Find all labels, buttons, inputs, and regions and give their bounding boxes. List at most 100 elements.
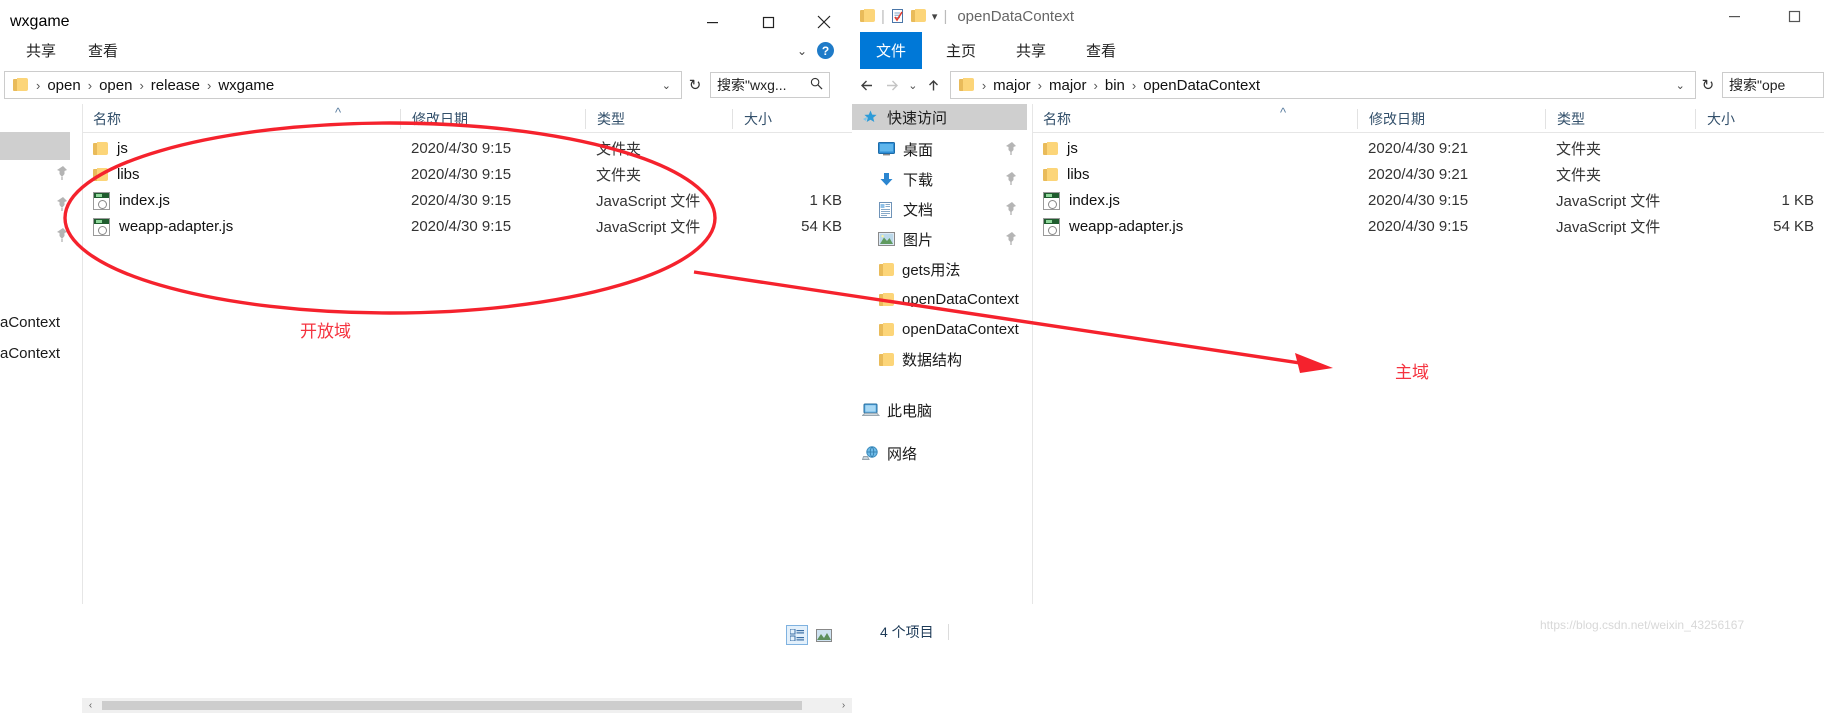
thumbnail-view-icon[interactable] [813,625,835,645]
search-icon[interactable] [810,77,823,93]
back-arrow-icon[interactable] [856,70,880,100]
js-file-icon [1043,217,1060,236]
tab-view[interactable]: 查看 [1070,32,1132,69]
tab-home[interactable]: 主页 [930,32,992,69]
right-search-box[interactable]: 搜索"ope [1721,72,1824,98]
new-folder-icon[interactable] [910,9,926,23]
column-name[interactable]: 名称 [1032,109,1357,129]
file-type: 文件夹 [596,141,642,158]
pin-icon[interactable] [1005,231,1017,249]
breadcrumb-open-2[interactable]: open [96,77,135,94]
table-row[interactable]: index.js 2020/4/30 9:15 JavaScript 文件 1 … [82,189,852,212]
file-size: 1 KB [809,192,842,209]
pin-icon[interactable] [1005,171,1017,189]
sidebar-item-opendatacontext-2[interactable]: openDataContext [852,318,1027,341]
tab-view[interactable]: 查看 [72,32,134,69]
folder-icon [958,78,974,92]
maximize-button[interactable] [1764,0,1824,32]
minimize-button[interactable] [1704,0,1764,32]
table-row[interactable]: js 2020/4/30 9:21 文件夹 [1032,137,1824,160]
refresh-button[interactable]: ↻ [1698,76,1718,94]
sidebar-item-desktop[interactable]: 桌面 [852,138,1027,161]
right-breadcrumb[interactable]: › major › major › bin › openDataContext … [949,71,1696,99]
folder-icon [879,262,894,277]
properties-icon[interactable] [891,8,905,24]
column-type[interactable]: 类型 [1545,109,1695,129]
scrollbar-thumb[interactable] [102,701,802,710]
left-window-sidebar-strip [0,132,70,160]
sidebar-item-documents[interactable]: 文档 [852,198,1027,221]
table-row[interactable]: weapp-adapter.js 2020/4/30 9:15 JavaScri… [82,215,852,238]
left-sidebar-clipped-label-1[interactable]: aContext [0,314,60,331]
sidebar-item-pictures[interactable]: 图片 [852,228,1027,251]
breadcrumb-separator: › [139,77,144,93]
sidebar-item-opendatacontext-1[interactable]: openDataContext [852,288,1027,311]
scroll-left-arrow-icon[interactable]: ‹ [82,698,99,713]
file-date: 2020/4/30 9:15 [411,166,512,183]
sidebar-item-data-structure[interactable]: 数据结构 [852,348,1027,371]
dropdown-arrow-icon[interactable]: ▾ [932,10,938,23]
right-search-input[interactable]: 搜索"ope [1729,75,1785,95]
forward-arrow-icon[interactable] [880,70,904,100]
column-name[interactable]: 名称 [82,109,400,129]
tab-file[interactable]: 文件 [860,32,923,69]
left-search-box[interactable]: 搜索"wxg... [710,72,830,98]
refresh-button[interactable]: ↻ [684,76,706,94]
pin-icon[interactable] [1005,201,1017,219]
column-type[interactable]: 类型 [585,109,732,129]
sidebar-item-gets-usage[interactable]: gets用法 [852,258,1027,281]
downloads-icon [878,172,895,188]
column-size[interactable]: 大小 [1695,109,1824,129]
file-type: JavaScript 文件 [1556,219,1661,236]
table-row[interactable]: weapp-adapter.js 2020/4/30 9:15 JavaScri… [1032,215,1824,238]
breadcrumb-dropdown-icon[interactable]: ⌄ [654,79,679,92]
sidebar-item-label: 文档 [903,202,934,219]
file-name: weapp-adapter.js [1069,218,1184,235]
tab-share[interactable]: 共享 [10,32,72,69]
details-view-icon[interactable] [786,625,808,645]
column-date[interactable]: 修改日期 [400,109,585,129]
sidebar-item-label: openDataContext [902,321,1019,338]
breadcrumb-major-2[interactable]: major [1046,77,1090,94]
breadcrumb-open-1[interactable]: open [44,77,83,94]
file-date: 2020/4/30 9:15 [1368,192,1469,209]
sidebar-item-network[interactable]: 网络 [852,442,1027,465]
sort-ascending-icon: ^ [1280,105,1287,120]
table-row[interactable]: js 2020/4/30 9:15 文件夹 [82,137,852,160]
file-date: 2020/4/30 9:15 [411,192,512,209]
sidebar-header-quick-access[interactable]: 快速访问 [852,104,1027,130]
right-window-title: openDataContext [957,7,1075,25]
sidebar-item-downloads[interactable]: 下载 [852,168,1027,191]
table-row[interactable]: libs 2020/4/30 9:15 文件夹 [82,163,852,186]
sidebar-item-this-pc[interactable]: 此电脑 [852,399,1027,422]
breadcrumb-release[interactable]: release [148,77,203,94]
recent-dropdown-icon[interactable]: ⌄ [904,70,922,100]
left-breadcrumb[interactable]: › open › open › release › wxgame ⌄ [4,71,682,99]
breadcrumb-major-1[interactable]: major [990,77,1034,94]
up-arrow-icon[interactable] [922,70,946,100]
table-row[interactable]: index.js 2020/4/30 9:15 JavaScript 文件 1 … [1032,189,1824,212]
left-window-ribbon: 共享 查看 ⌄ ? [0,32,852,69]
breadcrumb-separator: › [206,77,212,93]
file-date: 2020/4/30 9:15 [1368,218,1469,235]
tab-share[interactable]: 共享 [1000,32,1062,69]
table-row[interactable]: libs 2020/4/30 9:21 文件夹 [1032,163,1824,186]
breadcrumb-opendatacontext[interactable]: openDataContext [1140,77,1263,94]
right-file-pane: 名称 修改日期 类型 大小 ^ js 2020/4/30 9:21 文件夹 li… [1032,104,1824,604]
left-search-input[interactable]: 搜索"wxg... [717,75,787,95]
ribbon-collapse-chevron-icon[interactable]: ⌄ [797,44,807,58]
left-horizontal-scrollbar[interactable]: ‹ › [82,698,852,713]
scroll-right-arrow-icon[interactable]: › [835,698,852,713]
file-name: weapp-adapter.js [119,218,234,235]
file-type: 文件夹 [596,167,642,184]
column-date[interactable]: 修改日期 [1357,109,1545,129]
folder-icon [93,141,108,156]
left-sidebar-clipped-label-2[interactable]: aContext [0,345,60,362]
breadcrumb-separator: › [1093,77,1098,93]
breadcrumb-dropdown-icon[interactable]: ⌄ [1668,79,1693,92]
breadcrumb-wxgame[interactable]: wxgame [215,77,277,94]
help-icon[interactable]: ? [817,42,834,59]
breadcrumb-bin[interactable]: bin [1102,77,1128,94]
column-size[interactable]: 大小 [732,109,852,129]
pin-icon[interactable] [1005,141,1017,159]
